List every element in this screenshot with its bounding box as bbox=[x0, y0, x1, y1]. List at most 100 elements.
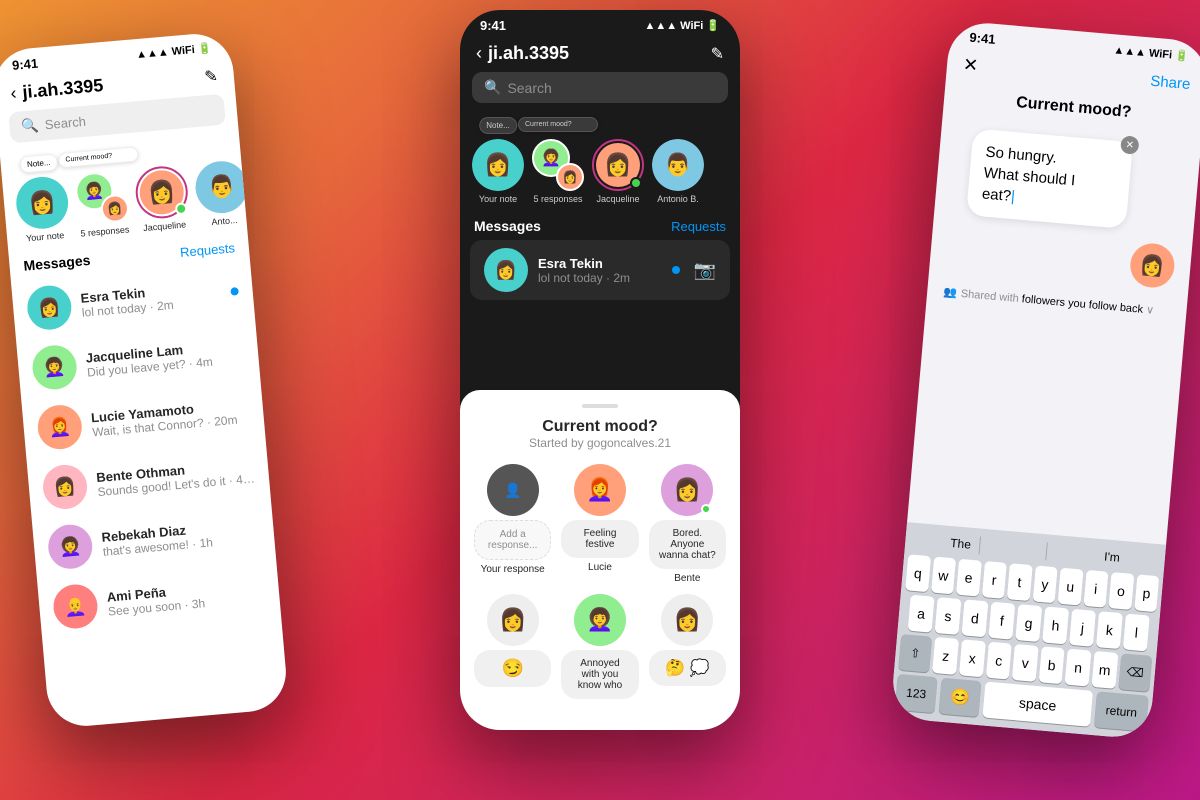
multi-avatar-center: 👩‍🦱 👩 bbox=[532, 139, 584, 191]
time-center: 9:41 bbox=[480, 18, 506, 33]
stories-row-center: Note... 👩 Your note Current mood? 👩‍🦱 👩 … bbox=[460, 113, 740, 214]
story-jacq-center[interactable]: 👩 Jacqueline bbox=[592, 117, 644, 204]
phone-center: 9:41 ▲▲▲ WiFi 🔋 ‹ ji.ah.3395 ✎ 🔍 Search … bbox=[460, 10, 740, 730]
key-delete[interactable]: ⌫ bbox=[1118, 653, 1152, 692]
camera-icon-center[interactable]: 📷 bbox=[694, 260, 716, 281]
story-avatar-note-center: 👩 bbox=[472, 139, 524, 191]
rp-sender-avatar: 👩 bbox=[1129, 242, 1177, 290]
requests-label-center[interactable]: Requests bbox=[671, 219, 726, 234]
key-shift[interactable]: ⇧ bbox=[898, 634, 932, 673]
key-q[interactable]: q bbox=[905, 554, 931, 592]
mood-item-annoyed[interactable]: 👩‍🦱 Annoyed with you know who bbox=[561, 594, 638, 703]
story-label-note-center: Your note bbox=[479, 194, 517, 204]
battery-icon-right: 🔋 bbox=[1175, 49, 1190, 63]
status-icons-right: ▲▲▲ WiFi 🔋 bbox=[1113, 43, 1189, 63]
back-icon-center[interactable]: ‹ bbox=[476, 43, 482, 64]
mood-item-emoji1[interactable]: 👩 😏 bbox=[474, 594, 551, 703]
story-5-responses[interactable]: Current mood? 👩‍🦱 👩 5 responses bbox=[72, 148, 131, 239]
mood-item-emoji2[interactable]: 👩 🤔 💭 bbox=[649, 594, 726, 703]
msg-info-bente: Bente Othman Sounds good! Let's do it · … bbox=[96, 456, 256, 499]
mood-item-bente[interactable]: 👩 Bored. Anyone wanna chat? Bente bbox=[649, 464, 726, 584]
mood-avatar-emoji1: 👩 bbox=[487, 594, 539, 646]
modal-handle bbox=[582, 404, 618, 408]
key-y[interactable]: y bbox=[1032, 565, 1058, 603]
key-n[interactable]: n bbox=[1065, 649, 1092, 687]
mood-bubble-add[interactable]: Add a response... bbox=[474, 520, 551, 560]
key-x[interactable]: x bbox=[959, 639, 986, 677]
story-5resp-center[interactable]: Current mood? 👩‍🦱 👩 5 responses bbox=[532, 117, 584, 204]
msg-info-ami: Ami Peña See you soon · 3h bbox=[106, 575, 266, 618]
phone-right: 9:41 ▲▲▲ WiFi 🔋 ✕ Share Current mood? So… bbox=[890, 20, 1200, 740]
key-d[interactable]: d bbox=[961, 599, 988, 637]
key-p[interactable]: p bbox=[1134, 574, 1160, 612]
key-space[interactable]: space bbox=[982, 682, 1093, 727]
multi-avatar-responses: 👩‍🦱 👩 bbox=[74, 169, 130, 225]
story-jacqueline-left[interactable]: 👩 Jacqueline bbox=[132, 142, 191, 233]
mood-item-add[interactable]: 👤 Add a response... Your response bbox=[474, 464, 551, 584]
key-a[interactable]: a bbox=[908, 595, 935, 633]
back-icon-left[interactable]: ‹ bbox=[10, 83, 18, 104]
autocomplete-word-2[interactable] bbox=[1029, 541, 1048, 560]
key-emoji[interactable]: 😊 bbox=[939, 678, 982, 717]
story-label-5resp-center: 5 responses bbox=[533, 194, 582, 204]
header-left-group: ‹ ji.ah.3395 bbox=[10, 75, 105, 104]
status-icons-center: ▲▲▲ WiFi 🔋 bbox=[645, 19, 721, 32]
wifi-icon-right: WiFi bbox=[1149, 47, 1173, 61]
mood-bubble-bente: Bored. Anyone wanna chat? bbox=[649, 520, 726, 569]
key-l[interactable]: l bbox=[1123, 614, 1150, 652]
close-icon-right[interactable]: ✕ bbox=[962, 54, 979, 76]
status-icons-left: ▲▲▲ WiFi 🔋 bbox=[136, 42, 212, 62]
key-i[interactable]: i bbox=[1083, 570, 1109, 608]
story-label-antonio: Anto... bbox=[211, 215, 238, 227]
key-z[interactable]: z bbox=[932, 637, 959, 675]
key-f[interactable]: f bbox=[988, 602, 1015, 640]
signal-icon-right: ▲▲▲ bbox=[1113, 44, 1147, 59]
key-b[interactable]: b bbox=[1038, 646, 1065, 684]
modal-subtitle: Started by gogoncalves.21 bbox=[460, 436, 740, 450]
story-antonio-left[interactable]: 👨 Anto... bbox=[191, 137, 247, 228]
chat-bubble-close[interactable]: ✕ bbox=[1120, 135, 1140, 155]
share-button[interactable]: Share bbox=[1150, 73, 1191, 93]
msg-avatar-lucie: 👩‍🦰 bbox=[36, 403, 84, 451]
key-w[interactable]: w bbox=[931, 557, 957, 595]
key-e[interactable]: e bbox=[956, 559, 982, 597]
chat-bubble-right: So hungry.What should Ieat?| ✕ bbox=[966, 128, 1133, 229]
key-m[interactable]: m bbox=[1091, 651, 1118, 689]
key-k[interactable]: k bbox=[1096, 611, 1123, 649]
keyboard-right[interactable]: The I'm q w e r t y u i o p a s d f g h … bbox=[890, 522, 1166, 740]
story-antonio-center[interactable]: 👨 Antonio B. bbox=[652, 117, 704, 204]
mood-name-bente: Bente bbox=[674, 573, 700, 584]
key-g[interactable]: g bbox=[1015, 604, 1042, 642]
key-o[interactable]: o bbox=[1108, 572, 1134, 610]
mood-avatar-annoyed: 👩‍🦱 bbox=[574, 594, 626, 646]
chat-bubble-text: So hungry.What should Ieat?| bbox=[981, 142, 1118, 216]
edit-icon-left[interactable]: ✎ bbox=[204, 66, 219, 87]
search-bar-center[interactable]: 🔍 Search bbox=[472, 72, 728, 103]
messages-header-center: Messages Requests bbox=[460, 214, 740, 240]
key-v[interactable]: v bbox=[1012, 644, 1039, 682]
key-u[interactable]: u bbox=[1058, 568, 1084, 606]
key-123[interactable]: 123 bbox=[895, 674, 938, 713]
edit-icon-center[interactable]: ✎ bbox=[711, 44, 724, 64]
requests-label-left[interactable]: Requests bbox=[179, 240, 235, 260]
story-your-note-center[interactable]: Note... 👩 Your note bbox=[472, 117, 524, 204]
mood-bubble-emoji2: 🤔 💭 bbox=[649, 650, 726, 686]
mood-item-lucie[interactable]: 👩‍🦰 Feeling festive Lucie bbox=[561, 464, 638, 584]
key-j[interactable]: j bbox=[1069, 609, 1096, 647]
time-left: 9:41 bbox=[11, 56, 38, 73]
key-s[interactable]: s bbox=[935, 597, 962, 635]
key-r[interactable]: r bbox=[981, 561, 1007, 599]
mood-avatar-emoji2: 👩 bbox=[661, 594, 713, 646]
autocomplete-word-1[interactable]: The bbox=[942, 533, 981, 554]
key-c[interactable]: c bbox=[985, 642, 1012, 680]
key-h[interactable]: h bbox=[1042, 606, 1069, 644]
shared-text: Shared with followers you follow back ∨ bbox=[960, 287, 1154, 317]
header-left-center: ‹ ji.ah.3395 bbox=[476, 43, 569, 64]
key-return[interactable]: return bbox=[1094, 691, 1149, 731]
msg-esra-center[interactable]: 👩 Esra Tekin lol not today · 2m 📷 bbox=[470, 240, 730, 300]
autocomplete-word-3[interactable]: I'm bbox=[1095, 547, 1128, 568]
signal-icon: ▲▲▲ bbox=[136, 46, 170, 61]
key-t[interactable]: t bbox=[1007, 563, 1033, 601]
msg-info-rebekah: Rebekah Diaz that's awesome! · 1h bbox=[101, 516, 261, 559]
modal-sheet-center: Current mood? Started by gogoncalves.21 … bbox=[460, 390, 740, 730]
